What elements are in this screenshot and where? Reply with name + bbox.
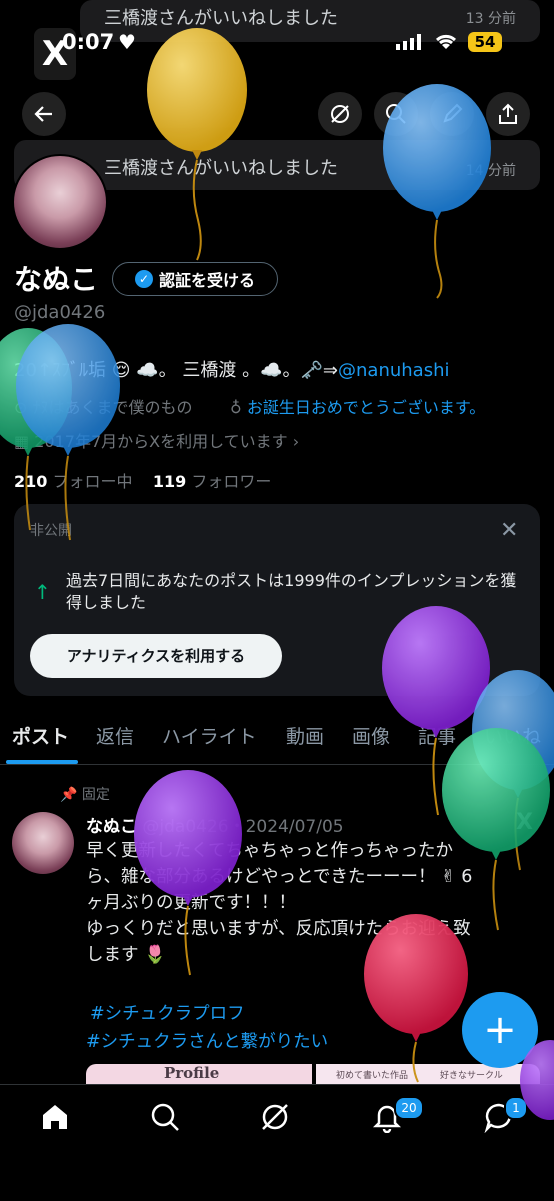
pinned-label: 固定 [81,787,110,803]
arrow-up-icon: ↑ [34,580,51,604]
share-icon [499,103,517,124]
battery-indicator: 54 [468,32,502,52]
post-image-label: 好きなサークル [440,1071,503,1081]
hashtag[interactable]: #シチュクラプロフ [90,1000,245,1025]
tab-likes[interactable]: いいね [484,722,541,749]
cloud-key-icons: 。☁️。🗝️⇒ [242,360,339,381]
tab-highlights[interactable]: ハイライト [162,722,257,749]
post-header: なぬこ @jda0426・2024/07/05 [86,812,344,837]
birthday-text[interactable]: お誕生日おめでとうございます。 [247,398,485,417]
post-image-label: Profile [164,1064,220,1082]
bio-middle: 三橋渡 [182,360,237,381]
analytics-message: 過去7日間にあなたのポストは1999件のインプレッションを獲得しました [66,571,517,612]
signal-icon [396,34,424,54]
location-text: ﾅﾇはあくまで僕のもの [32,398,193,417]
post-x-icon: X [516,810,533,835]
bio-link[interactable]: @nanuhashi [338,360,449,381]
back-button[interactable] [22,92,66,136]
notification-time: 14 分前 [465,163,516,179]
profile-bio: 20↑ｽﾌﾞﾙ垢 😌 ☁️。 三橋渡 。☁️。🗝️⇒@nanuhashi [14,356,450,382]
following-link[interactable]: 210 フォロー中 [14,472,133,491]
notifications-badge: 20 [394,1096,424,1120]
compose-button[interactable]: + [462,992,538,1068]
analytics-button[interactable]: アナリティクスを利用する [30,634,282,678]
following-label: フォロー中 [52,472,133,491]
post-line: 早く更新したくてちゃちゃっと作っちゃったか [86,841,453,861]
profile-avatar[interactable] [12,154,108,250]
heart-icon: ♥ [118,30,136,54]
edit-button[interactable] [430,92,474,136]
notification-text: 三橋渡さんがいいねしました [104,158,338,179]
hashtag[interactable]: #シチュクラさんと繋がりたい [86,1028,328,1053]
chevron-right-icon: › [292,432,300,451]
tab-replies[interactable]: 返信 [96,722,134,749]
notification-time: 13 分前 [465,11,516,27]
search-icon [151,1103,179,1131]
verify-button[interactable]: ✓ 認証を受ける [112,262,278,296]
emoji-icon: 😌 ☁️。 [111,360,177,381]
follow-stats: 210 フォロー中 119 フォロワー [14,468,271,492]
pinned-row: 📌 固定 [60,784,110,804]
location-pin-icon: ⊙ [14,398,28,417]
private-label: 非公開 [30,523,72,539]
plus-icon: + [483,1007,517,1053]
location-row: ⊙ ﾅﾇはあくまで僕のもの [14,394,193,418]
post-image-label: 初めて書いた作品 [336,1071,409,1081]
tab-videos[interactable]: 動画 [286,722,324,749]
post-line: ゆっくりだと思いますが、反応頂けたらお迎え致 [86,919,471,939]
grok-icon [331,105,349,123]
verify-label: 認証を受ける [158,271,255,290]
post-avatar[interactable] [12,812,74,874]
status-bar: X 0:07 ♥ 54 [0,28,554,80]
following-count: 210 [14,472,48,491]
nav-search[interactable] [148,1100,182,1134]
profile-handle: @jda0426 [14,302,106,323]
joined-row[interactable]: ▦ 2017年7月からXを利用しています › [14,428,299,452]
close-icon: ✕ [500,518,519,543]
pencil-icon [443,103,463,123]
tab-posts[interactable]: ポスト [12,722,69,749]
notification-text: 三橋渡さんがいいねしました [104,8,338,29]
profile-name: なぬこ [14,263,99,296]
post-handle-date: @jda0426・2024/07/05 [142,817,344,837]
status-time: 0:07 [62,30,115,54]
post-line: ら、雑な部分あるけどやっとできたーーー！ ✌ 6 [86,867,473,887]
verified-badge-icon: ✓ [134,270,153,288]
balloon-icon: ♁ [230,398,242,417]
joined-text: 2017年7月からXを利用しています [34,432,288,451]
nav-grok[interactable] [258,1100,292,1134]
wifi-icon [434,32,458,54]
grok-icon [262,1104,288,1130]
tabs-divider [0,764,554,765]
post-author[interactable]: なぬこ [86,817,137,837]
calendar-icon: ▦ [14,432,30,451]
pin-icon: 📌 [60,787,78,803]
search-icon [386,104,406,124]
post-text: 早く更新したくてちゃちゃっと作っちゃったか ら、雑な部分あるけどやっとできたーー… [86,838,536,968]
post-line: ヶ月ぶりの更新です！！！ [86,893,296,913]
home-icon [43,1105,67,1129]
post-image[interactable]: Profile [86,1064,312,1086]
followers-label: フォロワー [191,472,272,491]
share-button[interactable] [486,92,530,136]
bio-prefix: 20↑ｽﾌﾞﾙ垢 [14,360,106,381]
nav-home[interactable] [38,1100,72,1134]
post-line: します 🌷 [86,945,166,965]
followers-count: 119 [152,472,187,491]
messages-badge: 1 [504,1096,528,1120]
tab-articles[interactable]: 記事 [418,722,456,749]
search-button[interactable] [374,92,418,136]
arrow-left-icon [34,106,52,122]
tab-media[interactable]: 画像 [352,722,390,749]
close-card-button[interactable]: ✕ [500,518,518,543]
grok-button[interactable] [318,92,362,136]
followers-link[interactable]: 119 フォロワー [153,472,272,491]
birthday-row[interactable]: ♁ お誕生日おめでとうございます。 [230,394,485,418]
